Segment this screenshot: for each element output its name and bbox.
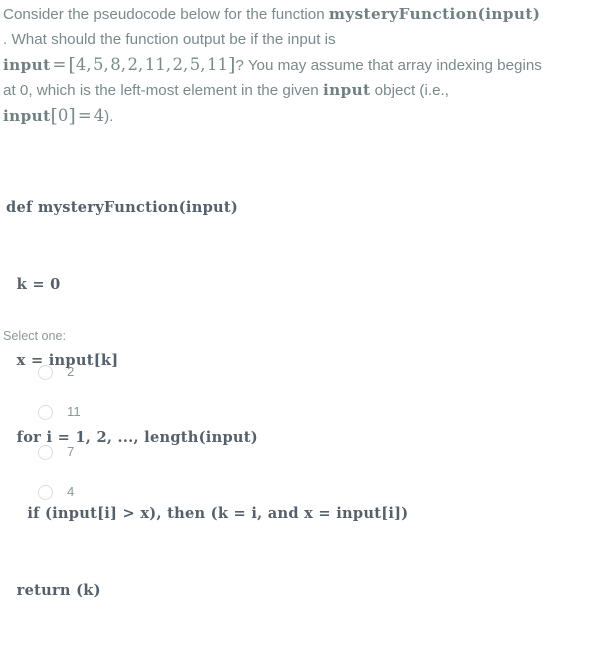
index-bracket-close: ] bbox=[68, 105, 76, 127]
radio-button-icon[interactable] bbox=[38, 404, 53, 420]
array-comma: , bbox=[165, 55, 171, 74]
equals-sign: = bbox=[52, 55, 67, 74]
code-line: return (k) bbox=[6, 581, 101, 599]
array-comma: , bbox=[200, 55, 206, 74]
array-value: 4 bbox=[75, 55, 87, 74]
code-line: def mysteryFunction(input) bbox=[6, 199, 239, 216]
question-line-2: . What should the function output be if … bbox=[3, 31, 336, 48]
question-line-4-prefix: at 0, which is the left-most element in … bbox=[3, 82, 323, 99]
bracket-close: ] bbox=[228, 54, 236, 76]
answer-options-list: 2 11 7 4 bbox=[0, 352, 606, 512]
index-value: 0 bbox=[57, 106, 69, 125]
function-name-mono: mysteryFunction(input) bbox=[328, 5, 541, 23]
array-comma: , bbox=[86, 55, 92, 74]
answer-option-label: 7 bbox=[67, 444, 75, 460]
answer-option-3[interactable]: 4 bbox=[0, 472, 606, 512]
answer-option-0[interactable]: 2 bbox=[0, 352, 606, 392]
answer-option-label: 2 bbox=[67, 364, 75, 380]
question-line-3-suffix: ? You may assume that array indexing beg… bbox=[235, 57, 542, 74]
question-line-4-suffix: object (i.e., bbox=[370, 82, 449, 99]
question-container: Consider the pseudocode below for the fu… bbox=[0, 0, 606, 599]
input-variable-mono: input bbox=[3, 107, 51, 125]
question-line-1: Consider the pseudocode below for the fu… bbox=[3, 2, 605, 27]
index-result-value: 4 bbox=[93, 106, 105, 125]
equals-sign: = bbox=[77, 106, 92, 125]
question-line-5: input[0] = 4). bbox=[3, 103, 605, 129]
question-line-4: at 0, which is the left-most element in … bbox=[3, 78, 605, 103]
code-line: k = 0 bbox=[6, 275, 61, 293]
answer-option-label: 11 bbox=[67, 404, 81, 420]
array-value: 5 bbox=[93, 55, 104, 74]
index-bracket-open: [ bbox=[50, 105, 58, 127]
question-line-5-suffix: ). bbox=[104, 108, 114, 125]
answer-option-2[interactable]: 7 bbox=[0, 432, 606, 472]
bracket-open: [ bbox=[68, 54, 76, 76]
radio-button-icon[interactable] bbox=[38, 444, 53, 460]
array-comma: , bbox=[120, 55, 126, 74]
radio-button-icon[interactable] bbox=[38, 364, 53, 380]
input-variable-mono: input bbox=[322, 81, 371, 99]
array-comma: , bbox=[183, 55, 189, 74]
array-value: 2 bbox=[127, 55, 139, 74]
input-variable-mono: input bbox=[3, 56, 51, 74]
question-text: Consider the pseudocode below for the fu… bbox=[3, 2, 605, 129]
array-value: 8 bbox=[110, 55, 121, 74]
array-value: 11 bbox=[144, 55, 166, 74]
array-value: 11 bbox=[207, 55, 228, 74]
answer-option-1[interactable]: 11 bbox=[0, 392, 606, 432]
question-line-3: input = [4,5,8,2,11,2,5,11]? You may assum… bbox=[3, 52, 605, 78]
array-value: 2 bbox=[172, 55, 184, 74]
answer-option-label: 4 bbox=[67, 484, 75, 500]
question-line-1-prefix: Consider the pseudocode below for the fu… bbox=[3, 6, 329, 23]
select-one-instruction: Select one: bbox=[3, 329, 67, 343]
array-comma: , bbox=[138, 55, 144, 74]
radio-button-icon[interactable] bbox=[38, 484, 53, 500]
array-value: 5 bbox=[189, 55, 201, 74]
